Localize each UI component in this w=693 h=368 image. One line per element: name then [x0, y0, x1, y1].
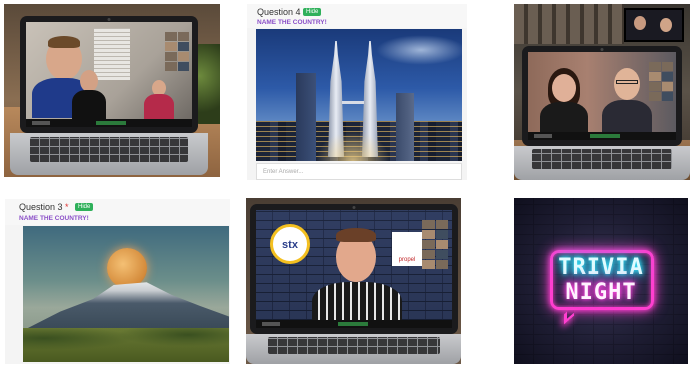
webcam-dot [600, 48, 604, 51]
participant-gallery [165, 32, 189, 71]
quiz-question-3-screenshot: Question 3 * Hide NAME THE COUNTRY! [5, 199, 230, 364]
answer-input[interactable]: Enter Answer... [256, 163, 462, 180]
propel-sign-text: propel [398, 257, 416, 263]
required-asterisk: * [65, 202, 69, 212]
propel-sign: propel [392, 232, 422, 266]
laptop-keyboard-deck [10, 133, 208, 175]
webcam-dot [352, 206, 356, 209]
participant-head [614, 68, 640, 100]
laptop-keyboard-deck [246, 334, 461, 364]
laptop-screen-frame [20, 16, 198, 133]
participant-hair [48, 36, 80, 48]
laptop-screen-frame [522, 46, 682, 146]
host-participant [312, 224, 402, 328]
trivia-night-neon-sign: TRIVIA NIGHT [514, 198, 688, 364]
glasses [616, 80, 638, 84]
video-call-screen: stx propel [256, 210, 452, 328]
photo-laptop-video-call-2 [514, 4, 690, 180]
question-title: Question 4 * [257, 7, 307, 17]
tv-face-1 [634, 16, 646, 30]
keyboard [267, 337, 440, 355]
stx-logo-badge: stx [270, 224, 310, 264]
video-call-screen [26, 22, 192, 127]
sky-bridge [342, 101, 364, 104]
hide-button[interactable]: Hide [75, 203, 94, 211]
participant-head [80, 70, 98, 92]
tower-glow [316, 131, 390, 161]
question-image-mountain [23, 226, 229, 362]
meeting-toolbar [26, 119, 192, 127]
participant-gallery [422, 220, 448, 269]
keyboard [531, 149, 673, 170]
answer-placeholder: Enter Answer... [263, 169, 304, 175]
participant-woman-red [144, 80, 174, 120]
participant-torso [144, 94, 174, 120]
question-prompt: NAME THE COUNTRY! [19, 215, 89, 222]
cloud [376, 35, 462, 65]
hide-button[interactable]: Hide [303, 8, 322, 16]
question-image-skyline [256, 29, 462, 161]
webcam-dot [107, 18, 111, 21]
meeting-toolbar [528, 132, 676, 140]
photo-laptop-video-call-1 [4, 4, 220, 177]
quiz-header: Question 3 * Hide NAME THE COUNTRY! [5, 199, 230, 225]
question-title: Question 3 * [19, 202, 69, 212]
building-tall-right [396, 93, 414, 161]
tv-face-2 [660, 18, 672, 32]
participant-woman [540, 68, 588, 138]
participant-head [552, 74, 576, 102]
video-call-screen [528, 52, 676, 140]
shelf [514, 4, 624, 44]
trivia-text: TRIVIA [558, 255, 644, 280]
full-moon [107, 248, 147, 288]
night-text: NIGHT [565, 280, 637, 305]
savanna-trees [23, 328, 229, 362]
participant-hair [336, 228, 376, 242]
stx-logo-text: stx [282, 239, 298, 251]
quiz-question-4-screenshot: Question 4 * Hide NAME THE COUNTRY! Ente… [247, 4, 467, 180]
building-tall-left [296, 73, 316, 161]
quiz-header: Question 4 * Hide NAME THE COUNTRY! [247, 4, 467, 28]
laptop-keyboard-deck [514, 146, 690, 180]
meeting-toolbar [256, 320, 452, 328]
participant-woman [70, 68, 110, 120]
keyboard [29, 137, 189, 162]
participant-man [602, 66, 652, 138]
tv-screen [624, 8, 684, 42]
participant-torso [72, 90, 106, 120]
participant-gallery [649, 62, 673, 101]
photo-laptop-trivia-host: stx propel [246, 198, 461, 364]
laptop-screen-frame: stx propel [250, 204, 458, 334]
question-prompt: NAME THE COUNTRY! [257, 19, 327, 26]
